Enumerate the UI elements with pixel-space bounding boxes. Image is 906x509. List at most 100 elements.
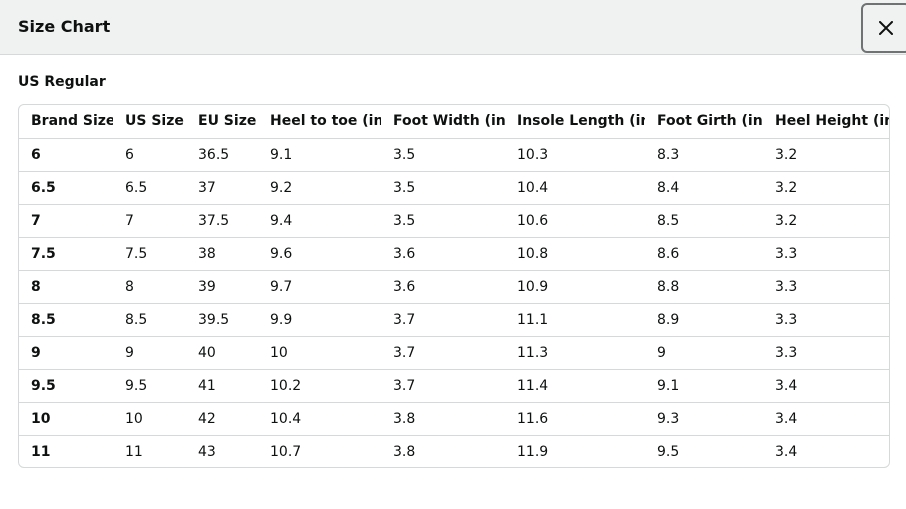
table-header-row: Brand Size US Size EU Size Heel to toe (… bbox=[19, 105, 889, 138]
cell-eu-size: 40 bbox=[186, 335, 258, 369]
cell-foot-girth: 8.4 bbox=[645, 170, 763, 204]
cell-foot-girth: 8.9 bbox=[645, 302, 763, 336]
cell-foot-width: 3.8 bbox=[381, 434, 505, 467]
header-foot-width: Foot Width (in) bbox=[393, 113, 505, 130]
size-table: Brand Size US Size EU Size Heel to toe (… bbox=[19, 105, 889, 467]
cell-us-size: 8.5 bbox=[113, 302, 186, 336]
cell-eu-size: 39 bbox=[186, 269, 258, 303]
cell-heel-to-toe: 10 bbox=[258, 335, 381, 369]
cell-foot-girth: 9.5 bbox=[645, 434, 763, 467]
dialog-title: Size Chart bbox=[18, 17, 111, 36]
cell-insole-length: 11.4 bbox=[505, 368, 645, 402]
cell-eu-size: 37 bbox=[186, 170, 258, 204]
cell-insole-length: 10.3 bbox=[505, 137, 645, 171]
cell-foot-girth: 9 bbox=[645, 335, 763, 369]
table-row: 9 9 40 10 3.7 11.3 9 3.3 bbox=[19, 335, 889, 369]
cell-brand-size: 11 bbox=[19, 434, 113, 467]
cell-foot-width: 3.6 bbox=[381, 236, 505, 270]
cell-heel-height: 3.2 bbox=[763, 170, 889, 204]
table-body: 6 6 36.5 9.1 3.5 10.3 8.3 3.2 6.5 6.5 37 9.2 3.5 10.4… bbox=[19, 137, 889, 467]
cell-insole-length: 10.9 bbox=[505, 269, 645, 303]
table-row: 7 7 37.5 9.4 3.5 10.6 8.5 3.2 bbox=[19, 203, 889, 237]
cell-foot-width: 3.7 bbox=[381, 335, 505, 369]
close-icon bbox=[879, 21, 893, 35]
cell-foot-width: 3.7 bbox=[381, 302, 505, 336]
close-button[interactable] bbox=[861, 3, 906, 53]
table-row: 11 11 43 10.7 3.8 11.9 9.5 3.4 bbox=[19, 434, 889, 467]
cell-foot-girth: 8.8 bbox=[645, 269, 763, 303]
cell-us-size: 9 bbox=[113, 335, 186, 369]
cell-eu-size: 38 bbox=[186, 236, 258, 270]
cell-us-size: 11 bbox=[113, 434, 186, 467]
cell-brand-size: 8.5 bbox=[19, 302, 113, 336]
cell-heel-to-toe: 9.6 bbox=[258, 236, 381, 270]
cell-insole-length: 11.1 bbox=[505, 302, 645, 336]
cell-heel-height: 3.3 bbox=[763, 236, 889, 270]
header-heel-height: Heel Height (in) bbox=[775, 113, 889, 130]
size-chart-dialog: Size Chart US Regular Brand Size US Size… bbox=[0, 0, 906, 509]
header-insole-length: Insole Length (in) bbox=[517, 113, 645, 130]
cell-heel-height: 3.4 bbox=[763, 401, 889, 435]
cell-us-size: 6.5 bbox=[113, 170, 186, 204]
cell-heel-height: 3.4 bbox=[763, 368, 889, 402]
cell-insole-length: 10.6 bbox=[505, 203, 645, 237]
cell-foot-width: 3.6 bbox=[381, 269, 505, 303]
cell-brand-size: 6.5 bbox=[19, 170, 113, 204]
cell-us-size: 6 bbox=[113, 137, 186, 171]
cell-insole-length: 10.8 bbox=[505, 236, 645, 270]
cell-us-size: 7 bbox=[113, 203, 186, 237]
section-label: US Regular bbox=[18, 74, 106, 90]
cell-eu-size: 37.5 bbox=[186, 203, 258, 237]
cell-heel-height: 3.3 bbox=[763, 335, 889, 369]
table-row: 9.5 9.5 41 10.2 3.7 11.4 9.1 3.4 bbox=[19, 368, 889, 402]
dialog-header: Size Chart bbox=[0, 0, 906, 55]
cell-heel-to-toe: 9.1 bbox=[258, 137, 381, 171]
cell-foot-girth: 9.1 bbox=[645, 368, 763, 402]
cell-eu-size: 42 bbox=[186, 401, 258, 435]
cell-brand-size: 6 bbox=[19, 137, 113, 171]
cell-foot-width: 3.8 bbox=[381, 401, 505, 435]
cell-heel-to-toe: 9.7 bbox=[258, 269, 381, 303]
cell-insole-length: 11.6 bbox=[505, 401, 645, 435]
cell-heel-to-toe: 10.4 bbox=[258, 401, 381, 435]
cell-heel-to-toe: 10.2 bbox=[258, 368, 381, 402]
cell-foot-width: 3.5 bbox=[381, 137, 505, 171]
cell-brand-size: 10 bbox=[19, 401, 113, 435]
cell-eu-size: 41 bbox=[186, 368, 258, 402]
cell-brand-size: 8 bbox=[19, 269, 113, 303]
cell-us-size: 7.5 bbox=[113, 236, 186, 270]
header-foot-girth: Foot Girth (in) bbox=[657, 113, 763, 130]
table-row: 6 6 36.5 9.1 3.5 10.3 8.3 3.2 bbox=[19, 137, 889, 171]
table-row: 6.5 6.5 37 9.2 3.5 10.4 8.4 3.2 bbox=[19, 170, 889, 204]
cell-brand-size: 9 bbox=[19, 335, 113, 369]
cell-insole-length: 11.3 bbox=[505, 335, 645, 369]
cell-foot-girth: 9.3 bbox=[645, 401, 763, 435]
header-eu-size: EU Size bbox=[198, 113, 257, 130]
table-row: 7.5 7.5 38 9.6 3.6 10.8 8.6 3.3 bbox=[19, 236, 889, 270]
cell-heel-height: 3.4 bbox=[763, 434, 889, 467]
cell-heel-height: 3.2 bbox=[763, 203, 889, 237]
cell-heel-height: 3.3 bbox=[763, 302, 889, 336]
size-table-container: Brand Size US Size EU Size Heel to toe (… bbox=[18, 104, 890, 468]
table-row: 8.5 8.5 39.5 9.9 3.7 11.1 8.9 3.3 bbox=[19, 302, 889, 336]
table-row: 10 10 42 10.4 3.8 11.6 9.3 3.4 bbox=[19, 401, 889, 435]
table-row: 8 8 39 9.7 3.6 10.9 8.8 3.3 bbox=[19, 269, 889, 303]
cell-foot-width: 3.7 bbox=[381, 368, 505, 402]
cell-eu-size: 36.5 bbox=[186, 137, 258, 171]
cell-heel-to-toe: 9.9 bbox=[258, 302, 381, 336]
cell-us-size: 8 bbox=[113, 269, 186, 303]
cell-foot-width: 3.5 bbox=[381, 170, 505, 204]
cell-heel-to-toe: 9.4 bbox=[258, 203, 381, 237]
cell-insole-length: 11.9 bbox=[505, 434, 645, 467]
header-heel-to-toe: Heel to toe (in) bbox=[270, 113, 381, 130]
cell-insole-length: 10.4 bbox=[505, 170, 645, 204]
cell-us-size: 10 bbox=[113, 401, 186, 435]
header-us-size: US Size bbox=[125, 113, 184, 130]
cell-foot-girth: 8.3 bbox=[645, 137, 763, 171]
cell-us-size: 9.5 bbox=[113, 368, 186, 402]
cell-brand-size: 7 bbox=[19, 203, 113, 237]
cell-heel-to-toe: 9.2 bbox=[258, 170, 381, 204]
cell-heel-height: 3.3 bbox=[763, 269, 889, 303]
cell-foot-girth: 8.5 bbox=[645, 203, 763, 237]
cell-foot-girth: 8.6 bbox=[645, 236, 763, 270]
